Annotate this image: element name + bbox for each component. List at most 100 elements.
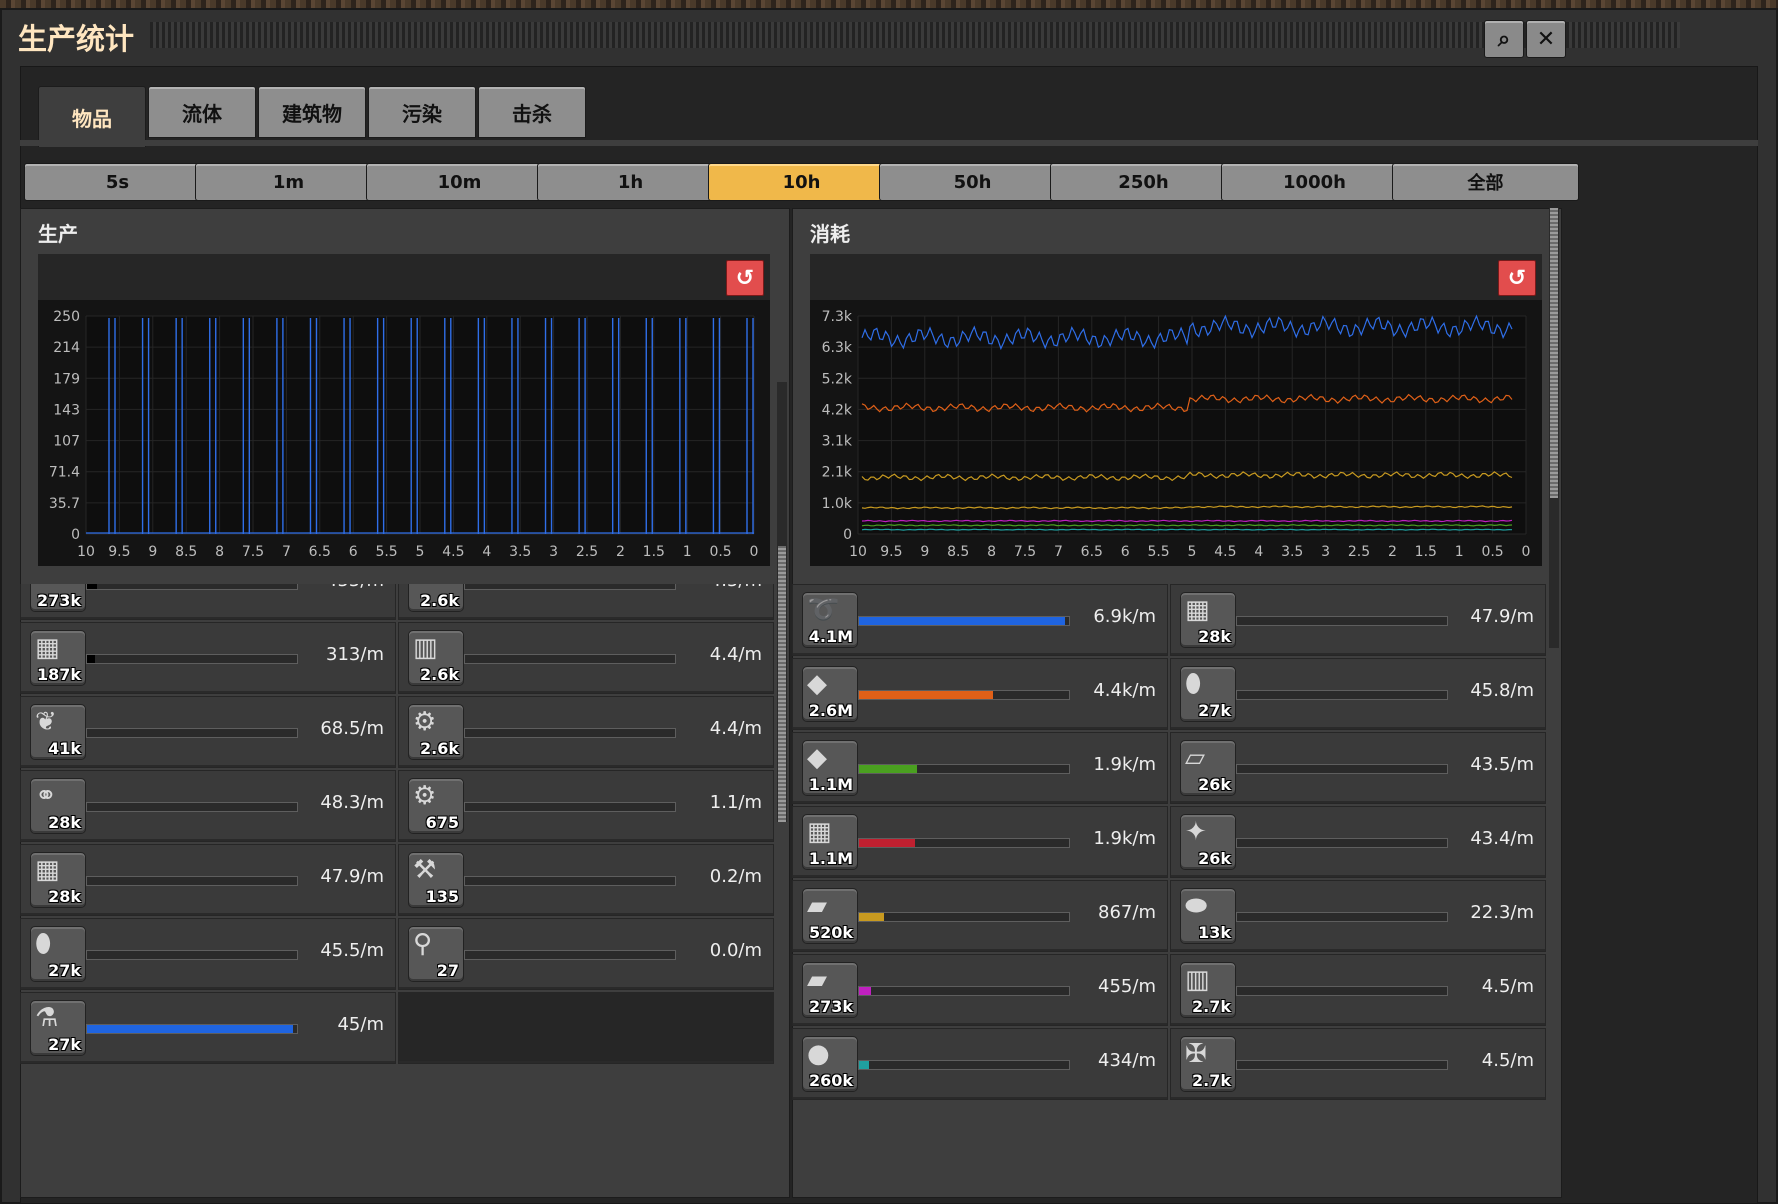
- stat-row[interactable]: ⬮ 27k 45.5/m: [20, 918, 396, 990]
- stat-row[interactable]: ⚙ 2.6k 4.4/m: [398, 696, 774, 768]
- science-pack-icon[interactable]: ⚗ 27k: [30, 1000, 86, 1056]
- iron-plate-icon[interactable]: ◆ 1.1M: [802, 740, 858, 796]
- advanced-circuit-icon[interactable]: ▦ 187k: [30, 630, 86, 686]
- low-density-structure-icon[interactable]: ▱ 26k: [1180, 740, 1236, 796]
- stat-row[interactable]: ⚒ 135 0.2/m: [398, 844, 774, 916]
- stat-row[interactable]: ● 260k 434/m: [792, 1028, 1168, 1100]
- robot-icon[interactable]: ✠ 2.7k: [1180, 1036, 1236, 1092]
- consumption-scrollbar[interactable]: [1549, 208, 1559, 648]
- stat-row[interactable]: ✠ 2.7k 4.5/m: [1170, 1028, 1546, 1100]
- stat-row[interactable]: ▱ 26k 43.5/m: [1170, 732, 1546, 804]
- rate-bar: [858, 764, 1070, 774]
- search-button[interactable]: ⌕: [1484, 20, 1524, 58]
- x-tick-label: 1: [683, 544, 692, 560]
- electric-engine-icon[interactable]: ⚭ 28k: [30, 778, 86, 834]
- item-rate: 43.4/m: [1470, 828, 1534, 849]
- stone-brick-icon[interactable]: ▰ 273k: [802, 962, 858, 1018]
- x-tick-label: 7: [1054, 544, 1063, 560]
- item-total-count: 260k: [808, 1071, 853, 1090]
- item-rate: 68.5/m: [320, 718, 384, 739]
- pump-icon[interactable]: ⚒ 135: [408, 852, 464, 908]
- stat-row[interactable]: ▥ 2.6k 4.4/m: [398, 622, 774, 694]
- stat-row[interactable]: ◆ 1.1M 1.9k/m: [792, 732, 1168, 804]
- close-button[interactable]: ✕: [1526, 20, 1566, 58]
- time-1000h-button[interactable]: 1000h: [1221, 163, 1408, 201]
- rate-bar-fill: [859, 839, 915, 847]
- time-250h-button[interactable]: 250h: [1050, 163, 1237, 201]
- title-bar[interactable]: 生产统计 ⌕ ✕: [0, 8, 1778, 60]
- processing-unit-icon[interactable]: ▦ 28k: [1180, 592, 1236, 648]
- tab-kills[interactable]: 击杀: [478, 86, 586, 138]
- stone-icon[interactable]: ● 260k: [802, 1036, 858, 1092]
- robot-icon[interactable]: ✠ 2.6k: [408, 584, 464, 612]
- stat-row[interactable]: ▥ 2.7k 4.5/m: [1170, 954, 1546, 1026]
- x-tick-label: 0: [1522, 544, 1531, 560]
- stat-row[interactable]: ⚭ 28k 48.3/m: [20, 770, 396, 842]
- item-total-count: 675: [425, 813, 459, 832]
- x-tick-label: 1: [1455, 544, 1464, 560]
- tab-items[interactable]: 物品: [38, 86, 146, 147]
- time-10m-button[interactable]: 10m: [366, 163, 553, 201]
- stat-row[interactable]: ▦ 187k 313/m: [20, 622, 396, 694]
- time-all-button[interactable]: 全部: [1392, 163, 1579, 201]
- production-scroll-thumb[interactable]: [778, 546, 786, 822]
- copper-cable-icon[interactable]: ➰ 4.1M: [802, 592, 858, 648]
- stat-row[interactable]: ⬮ 27k 45.8/m: [1170, 658, 1546, 730]
- electronic-circuit-icon[interactable]: ▦ 1.1M: [802, 814, 858, 870]
- gear-icon[interactable]: ⚙ 675: [408, 778, 464, 834]
- satellite-icon[interactable]: ⚲ 27: [408, 926, 464, 982]
- tab-fluids[interactable]: 流体: [148, 86, 256, 138]
- item-total-count: 27k: [48, 961, 81, 980]
- stat-row[interactable]: ▦ 1.1M 1.9k/m: [792, 806, 1168, 878]
- rocket-fuel-icon[interactable]: ⬬ 13k: [1180, 888, 1236, 944]
- solar-panel-icon[interactable]: ▥ 2.7k: [1180, 962, 1236, 1018]
- stone-brick-icon[interactable]: ▰ 273k: [30, 584, 86, 612]
- x-tick-label: 3: [1321, 544, 1330, 560]
- rocket-control-unit-icon[interactable]: ✦ 26k: [1180, 814, 1236, 870]
- battery-icon[interactable]: ⬮ 27k: [1180, 666, 1236, 722]
- rate-bar: [1236, 986, 1448, 996]
- stat-row[interactable]: ◆ 2.6M 4.4k/m: [792, 658, 1168, 730]
- solar-panel-icon[interactable]: ▥ 2.6k: [408, 630, 464, 686]
- stat-row[interactable]: ⚲ 27 0.0/m: [398, 918, 774, 990]
- stat-row[interactable]: ➰ 4.1M 6.9k/m: [792, 584, 1168, 656]
- stat-row[interactable]: ▦ 28k 47.9/m: [1170, 584, 1546, 656]
- stat-row[interactable]: ▰ 273k 455/m: [792, 954, 1168, 1026]
- time-1m-button[interactable]: 1m: [195, 163, 382, 201]
- x-tick-label: 8.5: [175, 544, 197, 560]
- item-total-count: 27k: [48, 1035, 81, 1054]
- production-scrollbar[interactable]: [777, 382, 787, 822]
- stat-row[interactable]: ⚗ 27k 45/m: [20, 992, 396, 1064]
- y-tick-label: 6.3k: [822, 340, 853, 356]
- time-5s-button[interactable]: 5s: [24, 163, 211, 201]
- plastic-icon[interactable]: ❦ 41k: [30, 704, 86, 760]
- stat-row[interactable]: ❦ 41k 68.5/m: [20, 696, 396, 768]
- consumption-scroll-thumb[interactable]: [1550, 208, 1558, 498]
- tab-pollution[interactable]: 污染: [368, 86, 476, 138]
- stat-row[interactable]: ✦ 26k 43.4/m: [1170, 806, 1546, 878]
- x-tick-label: 3.5: [1281, 544, 1303, 560]
- stat-row[interactable]: ▰ 520k 867/m: [792, 880, 1168, 952]
- engine-unit-icon[interactable]: ⚙ 2.6k: [408, 704, 464, 760]
- time-10h-button[interactable]: 10h: [708, 163, 895, 201]
- x-tick-label: 6: [349, 544, 358, 560]
- time-1h-button[interactable]: 1h: [537, 163, 724, 201]
- production-chart-header: ↺: [38, 254, 770, 300]
- rate-bar: [86, 950, 298, 960]
- stat-row[interactable]: ⚙ 675 1.1/m: [398, 770, 774, 842]
- time-50h-button[interactable]: 50h: [879, 163, 1066, 201]
- production-reset-button[interactable]: ↺: [726, 260, 764, 296]
- stat-row[interactable]: ⬬ 13k 22.3/m: [1170, 880, 1546, 952]
- copper-plate-icon[interactable]: ◆ 2.6M: [802, 666, 858, 722]
- drag-handle[interactable]: [150, 22, 1680, 48]
- item-glyph: ⚙: [413, 781, 437, 811]
- tab-buildings[interactable]: 建筑物: [258, 86, 366, 138]
- processing-unit-icon[interactable]: ▦ 28k: [30, 852, 86, 908]
- stat-row[interactable]: ✠ 2.6k 4.5/m: [398, 584, 774, 620]
- item-rate: 434/m: [1098, 1050, 1156, 1071]
- consumption-reset-button[interactable]: ↺: [1498, 260, 1536, 296]
- steel-plate-icon[interactable]: ▰ 520k: [802, 888, 858, 944]
- battery-icon[interactable]: ⬮ 27k: [30, 926, 86, 982]
- stat-row[interactable]: ▰ 273k 455/m: [20, 584, 396, 620]
- stat-row[interactable]: ▦ 28k 47.9/m: [20, 844, 396, 916]
